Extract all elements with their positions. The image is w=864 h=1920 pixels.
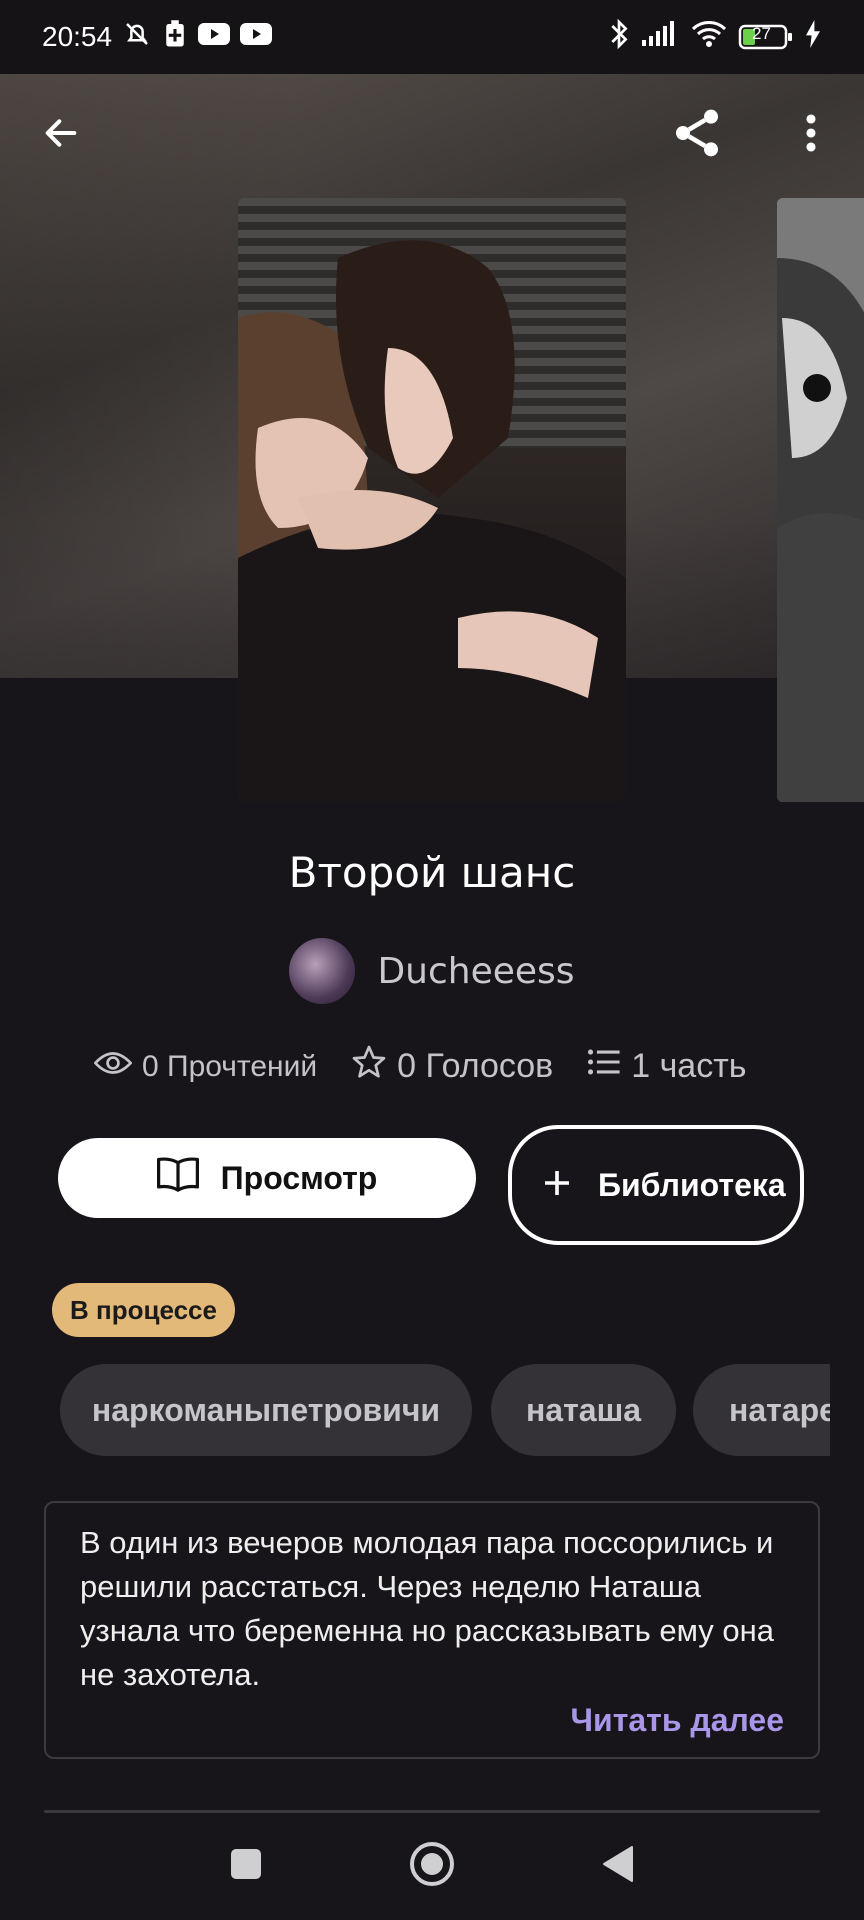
status-left: 20:54	[42, 19, 273, 56]
story-stats: 0 Прочтений 0 Голосов 1 часть	[93, 1044, 794, 1089]
cover-illustration	[238, 198, 626, 802]
battery-icon: 27	[738, 22, 794, 52]
back-arrow-icon	[41, 113, 81, 158]
youtube-icon	[240, 21, 273, 53]
author-name[interactable]: Ducheeess	[377, 951, 574, 992]
votes-count: 0 Голосов	[397, 1047, 554, 1085]
tag-chip[interactable]: наташа	[491, 1364, 676, 1456]
author-row[interactable]: Ducheeess	[0, 938, 864, 1004]
library-button-label: Библиотека	[598, 1167, 786, 1203]
avatar[interactable]	[289, 938, 356, 1004]
next-story-cover[interactable]	[777, 198, 864, 802]
view-button[interactable]: Просмотр	[58, 1138, 476, 1218]
bell-off-icon	[122, 19, 152, 56]
parts-stat: 1 часть	[587, 1047, 747, 1086]
view-button-label: Просмотр	[220, 1159, 378, 1196]
tag-chip[interactable]: натаре	[693, 1364, 830, 1456]
read-more-link[interactable]: Читать далее	[571, 1702, 784, 1739]
circle-icon	[408, 1840, 456, 1893]
status-time: 20:54	[42, 21, 113, 52]
square-icon	[230, 1848, 262, 1885]
share-icon	[669, 105, 725, 166]
description-text: В один из вечеров молодая пара поссорили…	[80, 1525, 774, 1692]
next-cover-illustration	[777, 198, 864, 802]
tag-list: наркоманыпетровичи наташа натаре	[60, 1364, 830, 1458]
youtube-icon	[198, 21, 231, 53]
status-right: 27	[608, 18, 822, 57]
recents-button[interactable]	[216, 1836, 276, 1896]
eye-icon	[93, 1049, 133, 1085]
signal-icon	[640, 20, 680, 55]
battery-saver-icon	[162, 19, 188, 56]
share-button[interactable]	[662, 100, 732, 170]
book-icon	[156, 1155, 199, 1201]
list-icon	[587, 1047, 621, 1086]
parts-count: 1 часть	[631, 1047, 747, 1085]
triangle-back-icon	[602, 1845, 634, 1888]
back-button[interactable]	[26, 100, 96, 170]
wifi-icon	[690, 19, 728, 56]
votes-stat: 0 Голосов	[351, 1044, 553, 1089]
plus-icon	[542, 1168, 572, 1203]
reads-stat: 0 Прочтений	[93, 1049, 318, 1085]
tag-chip[interactable]: наркоманыпетровичи	[60, 1364, 472, 1456]
more-vertical-icon	[804, 112, 818, 159]
bluetooth-icon	[608, 18, 630, 57]
reads-count: 0 Прочтений	[142, 1049, 318, 1083]
story-cover[interactable]	[238, 198, 626, 802]
battery-level: 27	[752, 24, 771, 43]
star-icon	[351, 1044, 387, 1089]
more-options-button[interactable]	[776, 100, 846, 170]
story-title: Второй шанс	[288, 848, 576, 897]
system-back-button[interactable]	[588, 1836, 648, 1896]
home-button[interactable]	[402, 1836, 462, 1896]
status-badge: В процессе	[52, 1283, 235, 1337]
status-bar: 20:54 27	[0, 0, 864, 74]
add-to-library-button[interactable]: Библиотека	[508, 1125, 804, 1245]
charging-icon	[804, 19, 822, 55]
description-box: В один из вечеров молодая пара поссорили…	[44, 1501, 820, 1759]
